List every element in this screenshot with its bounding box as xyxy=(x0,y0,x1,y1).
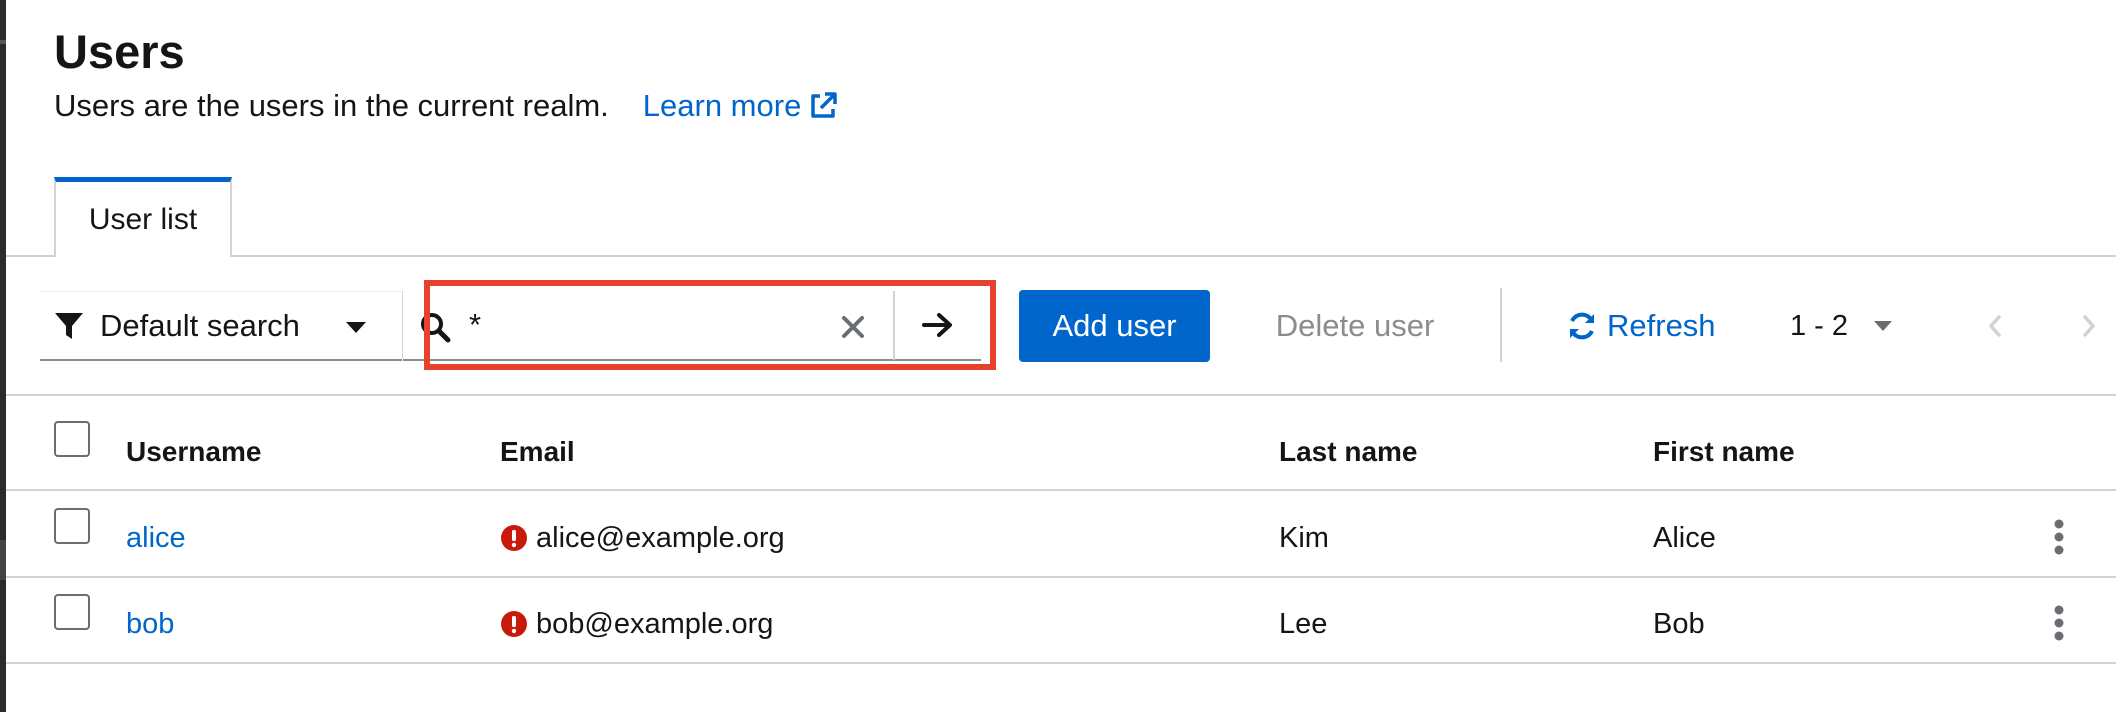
toolbar-separator xyxy=(1500,288,1502,362)
sync-icon xyxy=(1570,312,1594,340)
window-edge xyxy=(0,0,6,712)
row-checkbox[interactable] xyxy=(54,508,90,544)
clear-search-button[interactable] xyxy=(835,309,871,345)
chevron-right-icon xyxy=(2083,315,2095,337)
email-value: bob@example.org xyxy=(536,608,774,640)
search-icon xyxy=(421,313,451,343)
search-input-group[interactable]: * xyxy=(402,291,893,361)
column-header-email: Email xyxy=(500,436,575,467)
external-link-icon xyxy=(811,92,838,118)
tab-user-list[interactable]: User list xyxy=(54,177,232,257)
kebab-icon xyxy=(2054,519,2064,555)
column-header-username[interactable]: Username xyxy=(126,434,261,470)
tabs-divider xyxy=(6,255,2116,257)
caret-down-icon xyxy=(346,322,366,333)
previous-page-button[interactable] xyxy=(1980,310,2010,342)
row-divider xyxy=(6,576,2116,578)
close-icon xyxy=(842,316,864,338)
tab-user-list-label: User list xyxy=(88,202,198,236)
row-actions-kebab[interactable] xyxy=(2044,601,2074,645)
exclamation-circle-icon xyxy=(501,611,527,637)
kebab-icon xyxy=(2054,605,2064,641)
column-header-last-name: Last name xyxy=(1279,436,1418,467)
username-link[interactable]: bob xyxy=(126,606,174,642)
email-cell: alice@example.org xyxy=(500,520,785,556)
search-input[interactable]: * xyxy=(469,305,481,345)
select-all-checkbox[interactable] xyxy=(54,421,90,457)
learn-more-link[interactable]: Learn more xyxy=(643,86,840,126)
chevron-left-icon xyxy=(1989,315,2001,337)
header-row-divider xyxy=(6,489,2116,491)
page-description: Users are the users in the current realm… xyxy=(54,86,839,126)
refresh-label: Refresh xyxy=(1607,308,1716,343)
toolbar-divider xyxy=(6,394,2116,396)
last-name-cell: Kim xyxy=(1279,522,1329,554)
username-link[interactable]: alice xyxy=(126,520,186,556)
pagination-range: 1 - 2 xyxy=(1790,309,1849,342)
pagination-options-toggle[interactable]: 1 - 2 xyxy=(1790,290,1893,362)
next-page-button[interactable] xyxy=(2074,310,2104,342)
first-name-cell: Alice xyxy=(1653,522,1716,554)
add-user-button[interactable]: Add user xyxy=(1019,290,1210,362)
email-cell: bob@example.org xyxy=(500,606,773,642)
delete-user-button[interactable]: Delete user xyxy=(1250,290,1460,362)
page-description-text: Users are the users in the current realm… xyxy=(54,88,609,123)
users-page: Users Users are the users in the current… xyxy=(0,0,2116,712)
row-divider xyxy=(6,662,2116,664)
learn-more-label: Learn more xyxy=(642,88,802,123)
arrow-right-icon xyxy=(922,313,952,337)
page-title: Users xyxy=(54,25,185,78)
first-name-cell: Bob xyxy=(1653,608,1705,640)
row-actions-kebab[interactable] xyxy=(2044,515,2074,559)
row-checkbox[interactable] xyxy=(54,594,90,630)
caret-down-icon xyxy=(1874,321,1893,331)
filter-icon xyxy=(55,312,83,339)
column-header-first-name: First name xyxy=(1653,436,1795,467)
last-name-cell: Lee xyxy=(1279,608,1328,640)
search-type-label: Default search xyxy=(100,307,300,343)
search-submit-button[interactable] xyxy=(893,291,981,361)
email-value: alice@example.org xyxy=(536,522,785,554)
exclamation-circle-icon xyxy=(501,525,527,551)
search-type-dropdown[interactable]: Default search xyxy=(40,291,402,361)
refresh-button[interactable]: Refresh xyxy=(1565,290,1716,362)
